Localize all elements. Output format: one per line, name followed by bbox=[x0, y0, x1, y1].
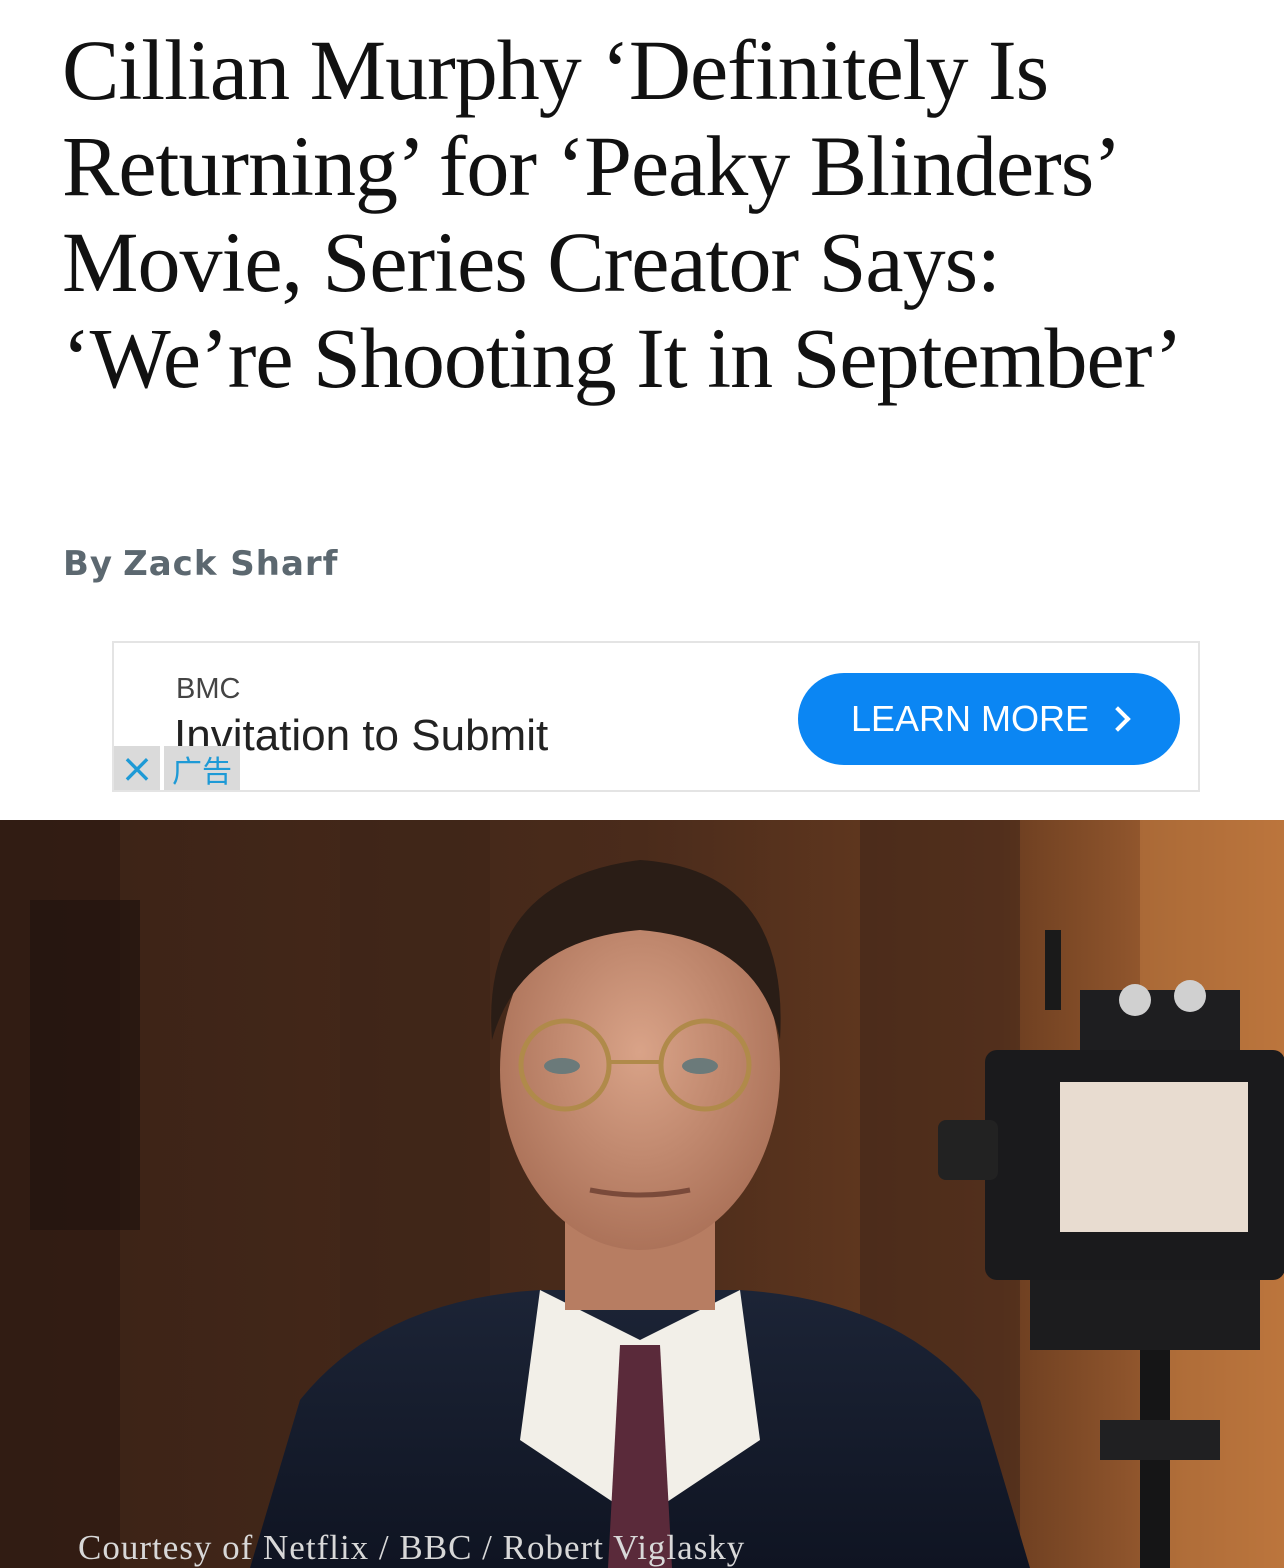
byline: By Zack Sharf bbox=[63, 540, 338, 588]
ad-label-badge: 广告 bbox=[164, 746, 240, 790]
article-hero-image: Courtesy of Netflix / BBC / Robert Vigla… bbox=[0, 820, 1284, 1568]
learn-more-button[interactable]: LEARN MORE bbox=[798, 673, 1180, 765]
close-icon[interactable]: × bbox=[114, 746, 160, 790]
byline-prefix: By bbox=[63, 544, 114, 584]
ad-banner[interactable]: BMC Invitation to Submit LEARN MORE × 广告 bbox=[112, 641, 1200, 792]
hero-photo-illustration bbox=[0, 820, 1284, 1568]
chevron-right-icon bbox=[1105, 706, 1131, 732]
learn-more-label: LEARN MORE bbox=[850, 698, 1090, 739]
ad-brand: BMC bbox=[176, 673, 241, 705]
photo-credit: Courtesy of Netflix / BBC / Robert Vigla… bbox=[78, 1528, 746, 1567]
article-headline: Cillian Murphy ‘Definitely Is Returning’… bbox=[62, 22, 1183, 406]
author-link[interactable]: Zack Sharf bbox=[123, 544, 338, 584]
